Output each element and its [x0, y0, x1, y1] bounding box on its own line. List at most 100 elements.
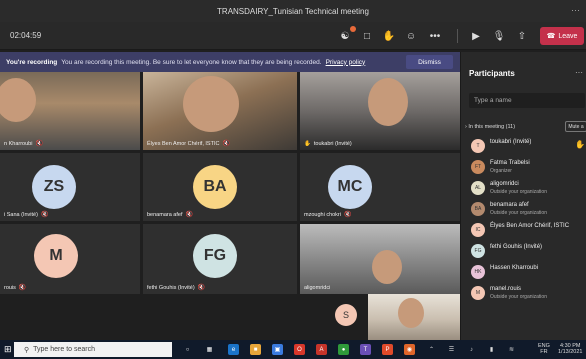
- title-more-icon[interactable]: ···: [571, 5, 580, 15]
- participant-name: aligomridci: [490, 181, 519, 187]
- participant-role: Outside your organization: [490, 189, 547, 195]
- panel-title: Participants: [469, 69, 515, 78]
- participant-item[interactable]: FG fethi Gouhis (Invité): [461, 241, 586, 262]
- participant-name: benamara afef: [490, 202, 529, 208]
- participant-item[interactable]: T toukabri (Invité) ✋: [461, 136, 586, 157]
- teams-icon[interactable]: T: [360, 344, 371, 355]
- participant-role: Outside your organization: [490, 294, 547, 300]
- mic-muted-icon: 🔇: [35, 141, 43, 147]
- participant-tile[interactable]: FG fethi Gouhis (Invité) 🔇: [143, 224, 297, 294]
- firefox-icon[interactable]: ◉: [404, 344, 415, 355]
- meeting-toolbar: 02:04:59 ☯ □ ✋ ☺ ••• ▶ 🎙 ⇧ ☎ Leave: [0, 22, 586, 50]
- network-icon[interactable]: ☰: [446, 344, 457, 355]
- volume-icon[interactable]: ♪: [466, 344, 477, 355]
- powerpoint-icon[interactable]: P: [382, 344, 393, 355]
- privacy-policy-link[interactable]: Privacy policy: [326, 59, 366, 66]
- participant-tile[interactable]: MC mzoughi chokri 🔇: [300, 153, 460, 221]
- task-view-icon[interactable]: ○: [182, 344, 193, 355]
- mic-muted-icon: 🔇: [197, 285, 206, 291]
- participant-name: toukabri (Invité): [490, 139, 532, 145]
- chat-icon[interactable]: □: [359, 28, 375, 44]
- participants-icon[interactable]: ☯: [337, 26, 356, 44]
- tile-name: ✋ toukabri (Invité): [304, 141, 352, 147]
- dismiss-button[interactable]: Dismiss: [406, 55, 453, 69]
- avatar[interactable]: S: [335, 304, 357, 326]
- mic-off-icon[interactable]: 🎙: [491, 28, 507, 44]
- participant-video: [398, 298, 424, 328]
- avatar: BA: [193, 165, 237, 209]
- avatar: M: [471, 286, 485, 300]
- avatar: MC: [328, 165, 372, 209]
- tile-name: rouis 🔇: [4, 284, 27, 292]
- leave-label: Leave: [558, 32, 578, 40]
- avatar: AL: [471, 181, 485, 195]
- participant-name: Élyes Ben Amor Chérif, ISTIC: [490, 223, 570, 229]
- avatar: M: [34, 234, 78, 278]
- participant-video: [368, 78, 408, 126]
- language-indicator[interactable]: ENG FR: [538, 343, 550, 355]
- tile-name: Élyes Ben Amor Chérif, ISTIC 🔇: [147, 140, 230, 148]
- participant-tile[interactable]: BA benamara afef 🔇: [143, 153, 297, 221]
- mute-all-button[interactable]: Mute a: [565, 121, 586, 132]
- in-meeting-header[interactable]: › In this meeting (11): [465, 124, 515, 130]
- tile-name: benamara afef 🔇: [147, 211, 193, 219]
- raise-hand-icon: ✋: [304, 141, 311, 147]
- edge-icon[interactable]: e: [228, 344, 239, 355]
- file-explorer-icon[interactable]: ■: [250, 344, 261, 355]
- avatar: BA: [471, 202, 485, 216]
- participant-role: Outside your organization: [490, 210, 547, 216]
- participants-panel: Participants ··· Type a name › In this m…: [460, 52, 586, 340]
- store-icon[interactable]: ▣: [272, 344, 283, 355]
- participant-item[interactable]: FT Fatma Trabelsi Organizer: [461, 157, 586, 178]
- participant-tile[interactable]: ZS i Sana (Invité) 🔇: [0, 153, 140, 221]
- phone-hangup-icon: ☎: [546, 33, 556, 40]
- reactions-icon[interactable]: ☺: [403, 28, 419, 44]
- video-tile[interactable]: n Kharroubi 🔇: [0, 72, 140, 150]
- spotify-icon[interactable]: ●: [338, 344, 349, 355]
- participant-item[interactable]: BA benamara afef Outside your organizati…: [461, 199, 586, 220]
- avatar: ZS: [32, 165, 76, 209]
- avatar: FG: [471, 244, 485, 258]
- wifi-icon[interactable]: ≋: [506, 344, 517, 355]
- avatar: FG: [193, 234, 237, 278]
- taskbar-search-input[interactable]: ⚲ Type here to search: [14, 342, 172, 357]
- video-tile[interactable]: aligomridci: [300, 224, 460, 294]
- windows-taskbar: ⊞ ⚲ Type here to search ○ ▦ e ■ ▣ O A ● …: [0, 340, 586, 359]
- participant-item[interactable]: AL aligomridci Outside your organization: [461, 178, 586, 199]
- tile-name: mzoughi chokri 🔇: [304, 211, 352, 219]
- share-icon[interactable]: ⇧: [514, 28, 530, 44]
- battery-icon[interactable]: ▮: [486, 344, 497, 355]
- pdf-icon[interactable]: A: [316, 344, 327, 355]
- participant-name: Hassen Kharroubi: [490, 265, 539, 271]
- participant-tile[interactable]: M rouis 🔇: [0, 224, 140, 294]
- office-icon[interactable]: O: [294, 344, 305, 355]
- clock[interactable]: 4:30 PM 1/13/2021: [558, 343, 582, 355]
- start-icon[interactable]: ⊞: [4, 344, 12, 355]
- avatar: T: [471, 139, 485, 153]
- window-title: TRANSDAIRY_Tunisian Technical meeting: [217, 6, 369, 16]
- mic-muted-icon: 🔇: [185, 212, 193, 218]
- panel-more-icon[interactable]: ···: [575, 68, 583, 77]
- tile-name: i Sana (Invité) 🔇: [4, 211, 49, 219]
- video-tile[interactable]: ✋ toukabri (Invité): [300, 72, 460, 150]
- mic-muted-icon: 🔇: [222, 141, 230, 147]
- widgets-icon[interactable]: ▦: [204, 344, 215, 355]
- participant-item[interactable]: IC Élyes Ben Amor Chérif, ISTIC: [461, 220, 586, 241]
- mic-muted-icon: 🔇: [344, 212, 352, 218]
- recording-title: You're recording: [6, 58, 58, 66]
- chevron-up-icon[interactable]: ⌃: [426, 344, 437, 355]
- participant-item[interactable]: HK Hassen Kharroubi: [461, 262, 586, 283]
- leave-button[interactable]: ☎ Leave: [540, 27, 584, 45]
- video-tile[interactable]: Élyes Ben Amor Chérif, ISTIC 🔇: [143, 72, 297, 150]
- participant-role: Organizer: [490, 168, 512, 174]
- avatar: HK: [471, 265, 485, 279]
- participant-video: [372, 250, 402, 284]
- more-icon[interactable]: •••: [427, 28, 443, 44]
- camera-icon[interactable]: ▶: [468, 28, 484, 44]
- raise-hand-icon[interactable]: ✋: [381, 28, 397, 44]
- participant-item[interactable]: M manel.rouis Outside your organization: [461, 283, 586, 304]
- self-video-tile[interactable]: [368, 294, 460, 340]
- mic-muted-icon: 🔇: [18, 285, 27, 291]
- participant-search-input[interactable]: Type a name: [469, 93, 585, 108]
- tile-name: aligomridci: [304, 285, 331, 291]
